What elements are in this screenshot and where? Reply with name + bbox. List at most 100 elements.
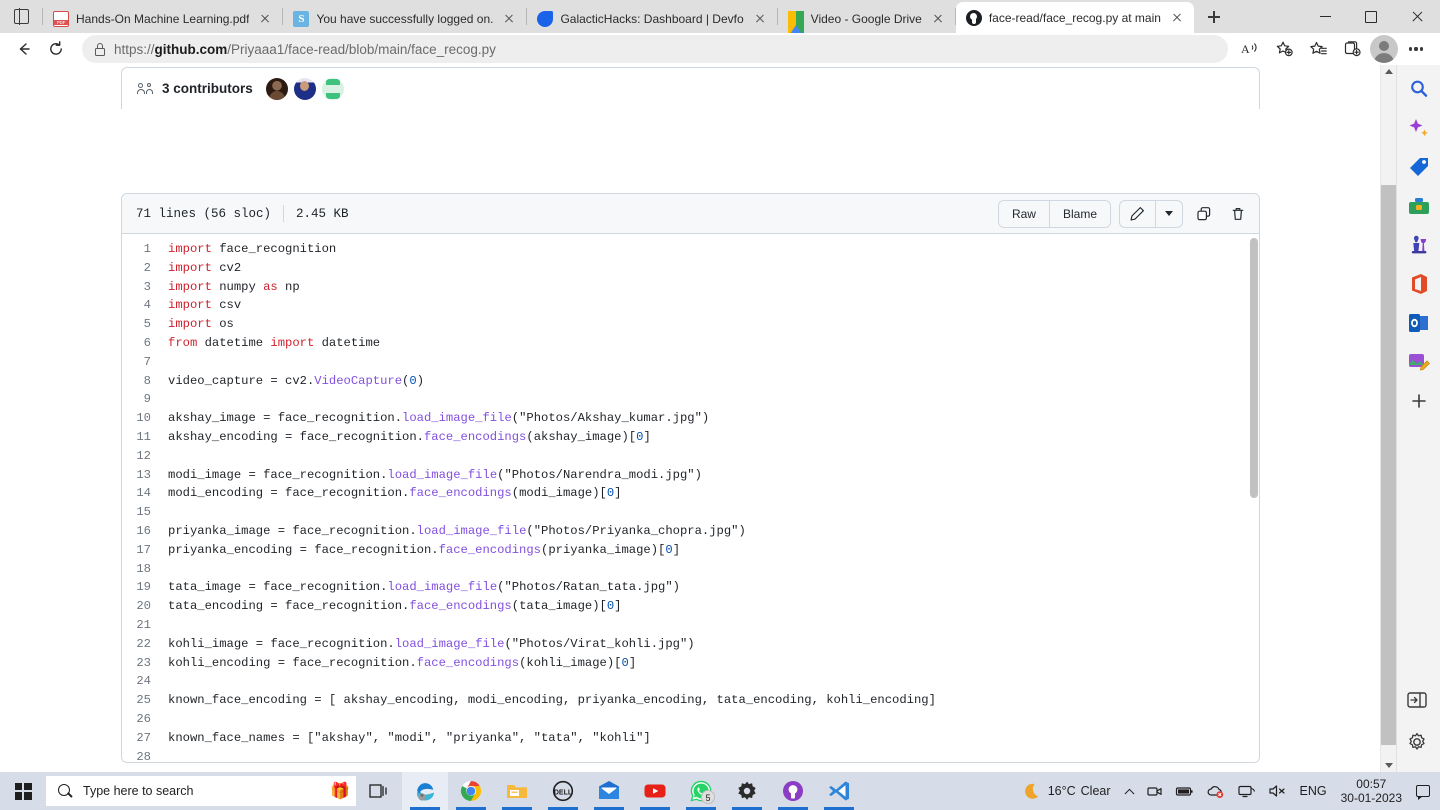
blame-button[interactable]: Blame xyxy=(1049,200,1110,227)
games-icon[interactable] xyxy=(1405,231,1433,259)
line-number[interactable]: 19 xyxy=(122,578,168,597)
taskbar-clock[interactable]: 00:57 30-01-2023 xyxy=(1333,777,1410,805)
taskbar-search[interactable]: Type here to search 🎁 xyxy=(46,776,356,806)
contributors-label[interactable]: 3 contributors xyxy=(162,81,253,96)
maximize-button[interactable] xyxy=(1348,0,1394,33)
line-number[interactable]: 3 xyxy=(122,278,168,297)
line-number[interactable]: 17 xyxy=(122,541,168,560)
copilot-icon[interactable] xyxy=(1405,114,1433,142)
line-number[interactable]: 14 xyxy=(122,484,168,503)
browser-tab-4[interactable]: Video - Google Drive xyxy=(778,4,955,37)
minimize-button[interactable] xyxy=(1302,0,1348,33)
show-hidden-icons-button[interactable] xyxy=(1117,772,1140,810)
office-icon[interactable] xyxy=(1405,270,1433,298)
line-number[interactable]: 16 xyxy=(122,522,168,541)
settings-gear-icon[interactable] xyxy=(1405,730,1433,758)
taskbar-app-whatsapp[interactable]: 5 xyxy=(678,772,724,810)
line-number[interactable]: 12 xyxy=(122,447,168,466)
browser-tab-3[interactable]: GalacticHacks: Dashboard | Devfo xyxy=(527,4,776,33)
read-aloud-icon[interactable]: A xyxy=(1234,35,1266,63)
line-number[interactable]: 24 xyxy=(122,672,168,691)
code-content[interactable]: 1 import face_recognition 2 import cv2 3 impo… xyxy=(122,234,1259,762)
code-scrollbar[interactable] xyxy=(1249,234,1259,762)
notifications-button[interactable] xyxy=(1410,772,1436,810)
volume-muted-icon[interactable] xyxy=(1262,772,1294,810)
close-icon[interactable] xyxy=(256,10,274,28)
copy-icon[interactable] xyxy=(1191,200,1217,228)
new-tab-button[interactable] xyxy=(1200,3,1228,31)
avatar[interactable] xyxy=(293,77,316,100)
close-icon[interactable] xyxy=(751,10,769,28)
line-number[interactable]: 27 xyxy=(122,729,168,748)
split-screen-icon[interactable] xyxy=(1405,688,1433,716)
scroll-up-arrow-icon[interactable] xyxy=(1385,69,1393,74)
line-number[interactable]: 2 xyxy=(122,259,168,278)
tools-icon[interactable] xyxy=(1405,192,1433,220)
line-number[interactable]: 10 xyxy=(122,409,168,428)
taskbar-app-settings[interactable] xyxy=(724,772,770,810)
language-indicator[interactable]: ENG xyxy=(1294,772,1333,810)
tab-actions-icon[interactable] xyxy=(0,0,42,33)
line-number[interactable]: 5 xyxy=(122,315,168,334)
back-button[interactable] xyxy=(8,35,40,63)
close-icon[interactable] xyxy=(1168,9,1186,27)
outlook-icon[interactable] xyxy=(1405,309,1433,337)
browser-tab-5-active[interactable]: face-read/face_recog.py at main xyxy=(955,2,1194,33)
favorites-icon[interactable] xyxy=(1302,35,1334,63)
line-number[interactable]: 20 xyxy=(122,597,168,616)
line-number[interactable]: 7 xyxy=(122,353,168,372)
avatar[interactable] xyxy=(321,77,344,100)
scroll-down-arrow-icon[interactable] xyxy=(1385,763,1393,768)
taskbar-app-github-desktop[interactable] xyxy=(770,772,816,810)
page-scrollbar[interactable] xyxy=(1380,65,1396,772)
task-view-button[interactable] xyxy=(356,772,402,810)
taskbar-app-edge[interactable] xyxy=(402,772,448,810)
image-editor-icon[interactable] xyxy=(1405,348,1433,376)
taskbar-app-mail[interactable] xyxy=(586,772,632,810)
line-number[interactable]: 8 xyxy=(122,372,168,391)
onedrive-tray-icon[interactable] xyxy=(1200,772,1231,810)
close-icon[interactable] xyxy=(500,10,518,28)
line-number[interactable]: 22 xyxy=(122,635,168,654)
line-number[interactable]: 28 xyxy=(122,748,168,762)
line-number[interactable]: 6 xyxy=(122,334,168,353)
close-icon[interactable] xyxy=(929,10,947,28)
avatar[interactable] xyxy=(265,77,288,100)
line-number[interactable]: 13 xyxy=(122,466,168,485)
line-number[interactable]: 11 xyxy=(122,428,168,447)
weather-widget[interactable]: 16°C Clear xyxy=(1014,772,1117,810)
line-number[interactable]: 1 xyxy=(122,240,168,259)
line-number[interactable]: 25 xyxy=(122,691,168,710)
add-favorite-icon[interactable] xyxy=(1268,35,1300,63)
profile-avatar[interactable] xyxy=(1370,35,1398,63)
line-number[interactable]: 9 xyxy=(122,390,168,409)
taskbar-app-dell[interactable]: DELL xyxy=(540,772,586,810)
line-number[interactable]: 15 xyxy=(122,503,168,522)
start-button[interactable] xyxy=(0,772,46,810)
line-number[interactable]: 4 xyxy=(122,296,168,315)
line-number[interactable]: 21 xyxy=(122,616,168,635)
collections-icon[interactable] xyxy=(1336,35,1368,63)
line-number[interactable]: 26 xyxy=(122,710,168,729)
line-number[interactable]: 18 xyxy=(122,560,168,579)
address-bar[interactable]: https://github.com/Priyaaa1/face-read/bl… xyxy=(82,35,1228,63)
search-icon[interactable] xyxy=(1405,75,1433,103)
line-number[interactable]: 23 xyxy=(122,654,168,673)
browser-tab-1[interactable]: Hands-On Machine Learning.pdf xyxy=(43,4,282,33)
add-icon[interactable] xyxy=(1405,387,1433,415)
camera-tray-icon[interactable] xyxy=(1140,772,1169,810)
browser-tab-2[interactable]: S You have successfully logged on. xyxy=(283,4,526,33)
settings-more-icon[interactable] xyxy=(1400,35,1432,63)
code-scrollbar-thumb[interactable] xyxy=(1250,238,1258,498)
network-tray-icon[interactable] xyxy=(1231,772,1262,810)
taskbar-app-chrome[interactable] xyxy=(448,772,494,810)
close-window-button[interactable] xyxy=(1394,0,1440,33)
raw-button[interactable]: Raw xyxy=(998,200,1050,227)
trash-icon[interactable] xyxy=(1225,200,1251,228)
refresh-button[interactable] xyxy=(40,35,72,63)
taskbar-app-file-explorer[interactable] xyxy=(494,772,540,810)
taskbar-app-vscode[interactable] xyxy=(816,772,862,810)
battery-tray-icon[interactable] xyxy=(1169,772,1200,810)
edit-pencil-icon[interactable] xyxy=(1120,200,1156,227)
edit-dropdown-icon[interactable] xyxy=(1156,201,1182,227)
